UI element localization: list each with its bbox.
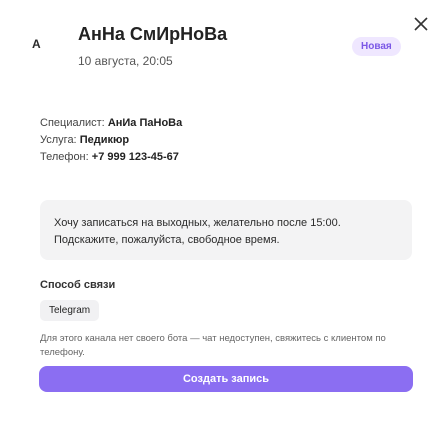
client-name: АнНа СмИрНоВа <box>78 24 228 44</box>
appointment-details: Специалист: АнИа ПаНоВа Услуга: Педикюр … <box>40 115 182 166</box>
phone-row: Телефон: +7 999 123-45-67 <box>40 149 182 166</box>
appointment-datetime: 10 августа, 20:05 <box>78 54 173 68</box>
phone-label: Телефон: <box>40 151 89 163</box>
specialist-value: АнИа ПаНоВа <box>107 117 183 129</box>
client-message: Хочу записаться на выходных, желательно … <box>40 200 412 260</box>
appointment-header: А АнНа СмИрНоВа 10 августа, 20:05 Новая <box>0 0 448 90</box>
contact-method-note: Для этого канала нет своего бота — чат н… <box>40 333 386 358</box>
service-label: Услуга: <box>40 134 77 146</box>
specialist-row: Специалист: АнИа ПаНоВа <box>40 115 182 132</box>
specialist-label: Специалист: <box>40 117 105 129</box>
service-row: Услуга: Педикюр <box>40 132 182 149</box>
phone-value: +7 999 123-45-67 <box>91 151 179 163</box>
service-value: Педикюр <box>79 134 130 146</box>
create-appointment-button[interactable]: Создать запись <box>39 366 413 392</box>
contact-method-title: Способ связи <box>40 279 116 291</box>
contact-method-chip: Telegram <box>40 300 100 321</box>
avatar: А <box>32 37 41 51</box>
status-badge: Новая <box>352 37 401 56</box>
